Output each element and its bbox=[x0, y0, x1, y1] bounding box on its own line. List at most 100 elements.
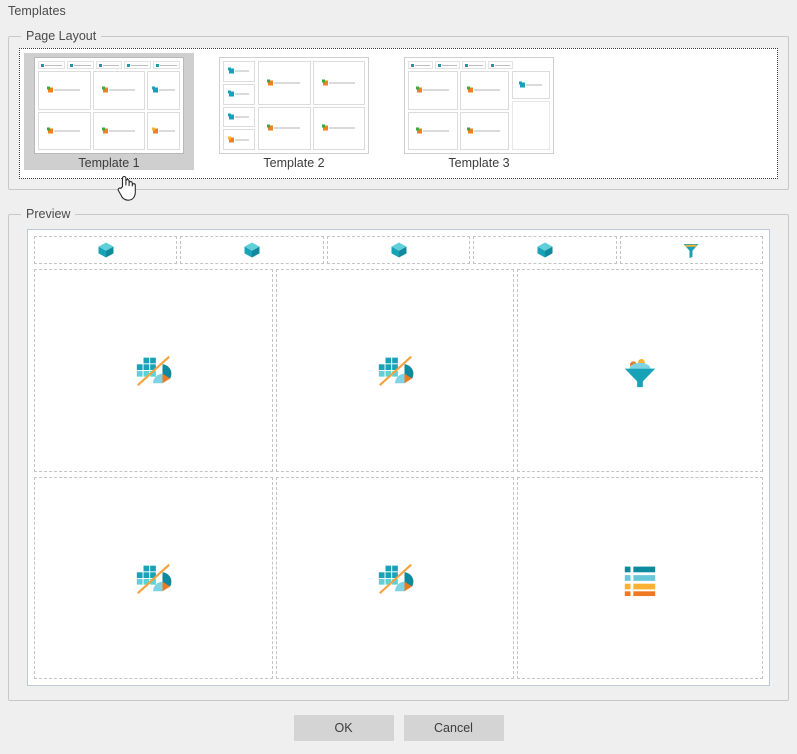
preview-top-cell[interactable] bbox=[34, 236, 178, 264]
thumbnail-cell bbox=[223, 106, 255, 128]
thumbnail-cell bbox=[38, 111, 91, 150]
thumbnail-cell bbox=[512, 71, 550, 100]
template-option-template-2[interactable]: Template 2 bbox=[209, 53, 379, 170]
thumbnail-cell bbox=[223, 129, 255, 150]
preview-group-title: Preview bbox=[21, 207, 76, 221]
hand-pointer-cursor bbox=[117, 176, 136, 201]
thumbnail-grid bbox=[38, 71, 180, 150]
thumbnail-main-grid bbox=[408, 71, 509, 150]
thumbnail-side-column bbox=[223, 61, 255, 150]
mini-chart-icon bbox=[415, 127, 449, 134]
mini-chart-icon bbox=[47, 86, 81, 93]
cancel-button[interactable]: Cancel bbox=[403, 715, 504, 741]
preview-cell[interactable] bbox=[517, 476, 764, 679]
template-3-label: Template 3 bbox=[448, 156, 510, 170]
chart-icon bbox=[137, 356, 172, 387]
mini-chart-icon bbox=[47, 127, 81, 134]
dialog-title: Templates bbox=[8, 4, 66, 18]
list-icon bbox=[624, 566, 656, 596]
thumbnail-tab bbox=[38, 61, 65, 69]
thumbnail-tab bbox=[124, 61, 152, 69]
mini-funnel-icon bbox=[519, 81, 542, 88]
thumbnail-cell bbox=[459, 71, 509, 110]
mini-funnel-icon bbox=[228, 67, 249, 74]
template-3-thumbnail bbox=[404, 57, 554, 154]
template-option-template-1[interactable]: Template 1 bbox=[24, 53, 194, 170]
page-layout-groupbox: Page Layout Template 1 Template 2 Templa… bbox=[8, 29, 789, 201]
chart-icon bbox=[137, 563, 172, 594]
thumbnail-tab bbox=[153, 61, 180, 69]
thumbnail-cell bbox=[92, 111, 146, 150]
template-1-thumbnail bbox=[34, 57, 184, 154]
mini-chart-icon bbox=[101, 86, 135, 93]
ok-button[interactable]: OK bbox=[293, 715, 394, 741]
thumbnail-grid bbox=[408, 71, 550, 150]
page-layout-group-title: Page Layout bbox=[21, 29, 102, 43]
preview-canvas[interactable] bbox=[27, 229, 770, 686]
mini-list-icon bbox=[151, 127, 175, 134]
thumbnail-cell bbox=[223, 61, 255, 82]
preview-body bbox=[34, 269, 764, 679]
thumbnail-cell bbox=[147, 71, 180, 110]
thumbnail-cell bbox=[223, 83, 255, 105]
mini-chart-icon bbox=[267, 79, 301, 86]
template-1-label: Template 1 bbox=[78, 156, 140, 170]
preview-cell[interactable] bbox=[34, 476, 273, 679]
template-option-template-3[interactable]: Template 3 bbox=[394, 53, 564, 170]
thumbnail-tab bbox=[408, 61, 433, 69]
mini-cube-icon bbox=[151, 86, 175, 93]
thumbnail-tab bbox=[434, 61, 460, 69]
mini-chart-icon bbox=[321, 79, 355, 86]
cube-icon bbox=[98, 242, 114, 258]
thumbnail-tab bbox=[488, 61, 513, 69]
thumbnail-tab bbox=[461, 61, 487, 69]
thumbnail-cell bbox=[38, 71, 91, 110]
preview-row bbox=[34, 476, 764, 679]
template-2-thumbnail bbox=[219, 57, 369, 154]
preview-cell[interactable] bbox=[275, 269, 515, 472]
mini-chart-icon bbox=[101, 127, 135, 134]
preview-cell[interactable] bbox=[34, 269, 273, 472]
thumbnail-grid bbox=[223, 61, 365, 150]
preview-top-cell[interactable] bbox=[180, 236, 324, 264]
thumbnail-cell bbox=[512, 101, 550, 150]
chart-icon bbox=[378, 563, 414, 594]
mini-list-icon bbox=[228, 136, 249, 143]
thumbnail-cell bbox=[408, 111, 458, 150]
cube-icon bbox=[391, 242, 407, 258]
preview-top-cell[interactable] bbox=[619, 236, 764, 264]
template-2-label: Template 2 bbox=[263, 156, 325, 170]
mini-chart-icon bbox=[467, 127, 501, 134]
preview-top-cell[interactable] bbox=[473, 236, 617, 264]
thumbnail-cell bbox=[312, 106, 365, 150]
thumbnail-tab-row bbox=[408, 61, 513, 69]
thumbnail-cell bbox=[459, 111, 509, 150]
mini-cube-icon bbox=[228, 113, 249, 120]
thumbnail-main-grid bbox=[258, 61, 365, 150]
thumbnail-cell bbox=[258, 106, 311, 150]
thumbnail-cell bbox=[258, 61, 311, 105]
mini-chart-icon bbox=[267, 124, 301, 131]
thumbnail-tab bbox=[66, 61, 94, 69]
funnel-large-icon bbox=[624, 359, 656, 388]
thumbnail-cell bbox=[408, 71, 458, 110]
thumbnail-tab bbox=[95, 61, 123, 69]
template-list[interactable]: Template 1 Template 2 Template 3 bbox=[19, 48, 778, 201]
preview-cell[interactable] bbox=[275, 476, 515, 679]
thumbnail-cell bbox=[312, 61, 365, 105]
thumbnail-cell bbox=[147, 111, 180, 150]
chart-icon bbox=[378, 356, 414, 387]
mini-chart-icon bbox=[321, 124, 355, 131]
cube-icon bbox=[244, 242, 260, 258]
preview-groupbox: Preview bbox=[8, 207, 789, 701]
preview-cell[interactable] bbox=[517, 269, 764, 472]
preview-top-cell[interactable] bbox=[326, 236, 471, 264]
dialog-footer: OK Cancel bbox=[0, 702, 797, 754]
mini-chart-icon bbox=[415, 86, 449, 93]
mini-cube-icon bbox=[228, 90, 249, 97]
thumbnail-tab-row bbox=[38, 61, 180, 69]
preview-row bbox=[34, 269, 764, 472]
thumbnail-side-column bbox=[512, 71, 550, 150]
funnel-icon bbox=[683, 244, 699, 259]
preview-top-row bbox=[34, 236, 764, 264]
